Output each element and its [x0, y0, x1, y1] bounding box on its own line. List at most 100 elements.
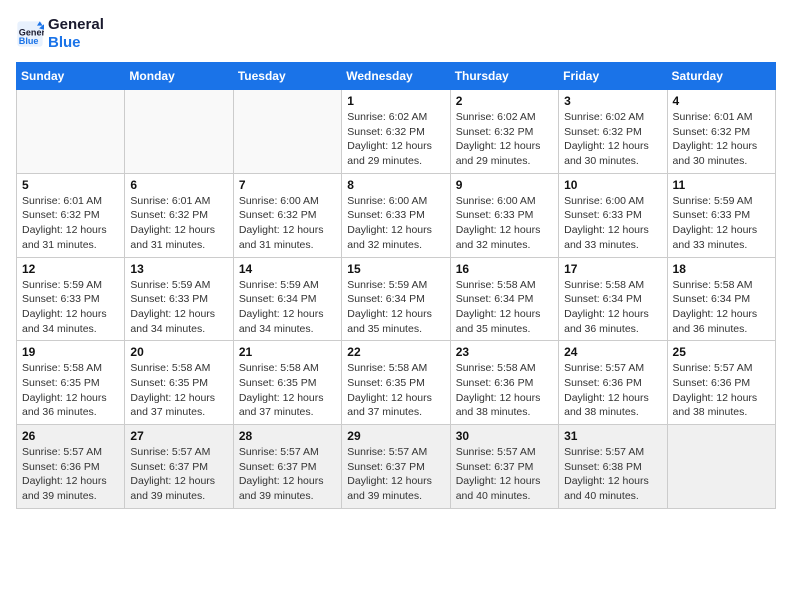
week-row-4: 19 Sunrise: 5:58 AMSunset: 6:35 PMDayligh… — [17, 341, 776, 425]
day-info: Sunrise: 5:57 AMSunset: 6:37 PMDaylight:… — [239, 445, 336, 504]
day-cell: 30Sunrise: 5:57 AMSunset: 6:37 PMDayligh… — [450, 425, 558, 509]
day-number: 27 — [130, 429, 227, 443]
day-cell: 15Sunrise: 5:59 AMSunset: 6:34 PMDayligh… — [342, 257, 450, 341]
day-cell: 17 Sunrise: 5:58 AMSunset: 6:34 PMDayligh… — [559, 257, 667, 341]
day-cell: 19 Sunrise: 5:58 AMSunset: 6:35 PMDayligh… — [17, 341, 125, 425]
day-info: Sunrise: 5:58 AMSunset: 6:35 PMDaylight:… — [22, 361, 119, 420]
day-info: Sunrise: 6:02 AMSunset: 6:32 PMDaylight:… — [456, 110, 553, 169]
day-cell: 8 Sunrise: 6:00 AMSunset: 6:33 PMDaylight… — [342, 173, 450, 257]
day-cell: 1 Sunrise: 6:02 AMSunset: 6:32 PMDaylight… — [342, 90, 450, 174]
weekday-thursday: Thursday — [450, 63, 558, 90]
day-cell: 7Sunrise: 6:00 AMSunset: 6:32 PMDaylight… — [233, 173, 341, 257]
day-cell: 28 Sunrise: 5:57 AMSunset: 6:37 PMDayligh… — [233, 425, 341, 509]
day-number: 23 — [456, 345, 553, 359]
day-info: Sunrise: 6:00 AMSunset: 6:33 PMDaylight:… — [564, 194, 661, 253]
day-number: 1 — [347, 94, 444, 108]
day-info: Sunrise: 5:58 AMSunset: 6:35 PMDaylight:… — [130, 361, 227, 420]
day-info: Sunrise: 5:57 AMSunset: 6:38 PMDaylight:… — [564, 445, 661, 504]
day-info: Sunrise: 5:59 AMSunset: 6:33 PMDaylight:… — [673, 194, 770, 253]
weekday-friday: Friday — [559, 63, 667, 90]
day-info: Sunrise: 6:00 AMSunset: 6:33 PMDaylight:… — [347, 194, 444, 253]
day-info: Sunrise: 6:01 AMSunset: 6:32 PMDaylight:… — [22, 194, 119, 253]
day-number: 25 — [673, 345, 770, 359]
day-cell — [17, 90, 125, 174]
day-number: 24 — [564, 345, 661, 359]
day-number: 31 — [564, 429, 661, 443]
day-cell: 22Sunrise: 5:58 AMSunset: 6:35 PMDayligh… — [342, 341, 450, 425]
day-info: Sunrise: 6:02 AMSunset: 6:32 PMDaylight:… — [564, 110, 661, 169]
day-cell: 10 Sunrise: 6:00 AMSunset: 6:33 PMDayligh… — [559, 173, 667, 257]
day-cell: 21 Sunrise: 5:58 AMSunset: 6:35 PMDayligh… — [233, 341, 341, 425]
day-cell: 24 Sunrise: 5:57 AMSunset: 6:36 PMDayligh… — [559, 341, 667, 425]
day-cell: 23 Sunrise: 5:58 AMSunset: 6:36 PMDayligh… — [450, 341, 558, 425]
day-number: 19 — [22, 345, 119, 359]
day-info: Sunrise: 5:57 AMSunset: 6:37 PMDaylight:… — [347, 445, 444, 504]
day-info: Sunrise: 5:57 AMSunset: 6:37 PMDaylight:… — [130, 445, 227, 504]
day-number: 16 — [456, 262, 553, 276]
logo: General Blue General Blue — [16, 16, 104, 52]
day-cell: 26Sunrise: 5:57 AMSunset: 6:36 PMDayligh… — [17, 425, 125, 509]
day-cell: 25 Sunrise: 5:57 AMSunset: 6:36 PMDayligh… — [667, 341, 775, 425]
page-container: General Blue General Blue SundayMondayTu… — [0, 0, 792, 519]
day-info: Sunrise: 5:59 AMSunset: 6:33 PMDaylight:… — [22, 278, 119, 337]
day-info: Sunrise: 5:57 AMSunset: 6:36 PMDaylight:… — [564, 361, 661, 420]
logo-general: General — [48, 16, 104, 34]
day-number: 2 — [456, 94, 553, 108]
day-number: 30 — [456, 429, 553, 443]
day-number: 7 — [239, 178, 336, 192]
day-number: 12 — [22, 262, 119, 276]
week-row-1: 1 Sunrise: 6:02 AMSunset: 6:32 PMDaylight… — [17, 90, 776, 174]
day-info: Sunrise: 5:57 AMSunset: 6:36 PMDaylight:… — [22, 445, 119, 504]
day-number: 22 — [347, 345, 444, 359]
weekday-saturday: Saturday — [667, 63, 775, 90]
day-cell — [125, 90, 233, 174]
day-cell: 20 Sunrise: 5:58 AMSunset: 6:35 PMDayligh… — [125, 341, 233, 425]
day-cell: 18 Sunrise: 5:58 AMSunset: 6:34 PMDayligh… — [667, 257, 775, 341]
day-cell: 5 Sunrise: 6:01 AMSunset: 6:32 PMDaylight… — [17, 173, 125, 257]
day-number: 21 — [239, 345, 336, 359]
day-number: 14 — [239, 262, 336, 276]
day-number: 17 — [564, 262, 661, 276]
day-info: Sunrise: 5:58 AMSunset: 6:34 PMDaylight:… — [564, 278, 661, 337]
day-info: Sunrise: 5:59 AMSunset: 6:33 PMDaylight:… — [130, 278, 227, 337]
day-cell: 4Sunrise: 6:01 AMSunset: 6:32 PMDaylight… — [667, 90, 775, 174]
day-info: Sunrise: 5:58 AMSunset: 6:34 PMDaylight:… — [673, 278, 770, 337]
day-number: 4 — [673, 94, 770, 108]
header: General Blue General Blue — [16, 16, 776, 52]
calendar: SundayMondayTuesdayWednesdayThursdayFrid… — [16, 62, 776, 509]
svg-text:Blue: Blue — [19, 36, 39, 46]
day-cell: 13 Sunrise: 5:59 AMSunset: 6:33 PMDayligh… — [125, 257, 233, 341]
day-cell: 29Sunrise: 5:57 AMSunset: 6:37 PMDayligh… — [342, 425, 450, 509]
day-info: Sunrise: 5:58 AMSunset: 6:36 PMDaylight:… — [456, 361, 553, 420]
weekday-tuesday: Tuesday — [233, 63, 341, 90]
day-number: 28 — [239, 429, 336, 443]
day-info: Sunrise: 5:59 AMSunset: 6:34 PMDaylight:… — [347, 278, 444, 337]
day-info: Sunrise: 6:00 AMSunset: 6:33 PMDaylight:… — [456, 194, 553, 253]
day-number: 13 — [130, 262, 227, 276]
day-number: 11 — [673, 178, 770, 192]
day-number: 18 — [673, 262, 770, 276]
week-row-3: 12 Sunrise: 5:59 AMSunset: 6:33 PMDayligh… — [17, 257, 776, 341]
day-cell: 12 Sunrise: 5:59 AMSunset: 6:33 PMDayligh… — [17, 257, 125, 341]
day-cell: 9 Sunrise: 6:00 AMSunset: 6:33 PMDaylight… — [450, 173, 558, 257]
logo-icon: General Blue — [16, 20, 44, 48]
weekday-sunday: Sunday — [17, 63, 125, 90]
day-number: 10 — [564, 178, 661, 192]
day-info: Sunrise: 5:58 AMSunset: 6:34 PMDaylight:… — [456, 278, 553, 337]
day-info: Sunrise: 6:02 AMSunset: 6:32 PMDaylight:… — [347, 110, 444, 169]
day-number: 5 — [22, 178, 119, 192]
weekday-header-row: SundayMondayTuesdayWednesdayThursdayFrid… — [17, 63, 776, 90]
day-cell: 6Sunrise: 6:01 AMSunset: 6:32 PMDaylight… — [125, 173, 233, 257]
week-row-2: 5 Sunrise: 6:01 AMSunset: 6:32 PMDaylight… — [17, 173, 776, 257]
day-cell — [667, 425, 775, 509]
day-number: 9 — [456, 178, 553, 192]
day-number: 20 — [130, 345, 227, 359]
day-info: Sunrise: 6:01 AMSunset: 6:32 PMDaylight:… — [130, 194, 227, 253]
day-number: 8 — [347, 178, 444, 192]
day-info: Sunrise: 5:57 AMSunset: 6:36 PMDaylight:… — [673, 361, 770, 420]
weekday-wednesday: Wednesday — [342, 63, 450, 90]
weekday-monday: Monday — [125, 63, 233, 90]
week-row-5: 26Sunrise: 5:57 AMSunset: 6:36 PMDayligh… — [17, 425, 776, 509]
day-cell: 31 Sunrise: 5:57 AMSunset: 6:38 PMDayligh… — [559, 425, 667, 509]
day-info: Sunrise: 5:58 AMSunset: 6:35 PMDaylight:… — [239, 361, 336, 420]
